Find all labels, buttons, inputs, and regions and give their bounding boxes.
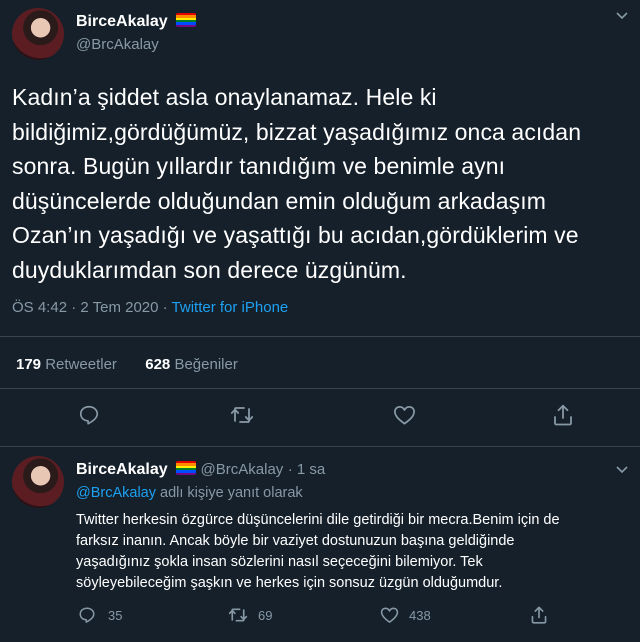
author-name-row[interactable]: BirceAkalay bbox=[76, 13, 197, 31]
tweet-source-link[interactable]: Twitter for iPhone bbox=[172, 299, 289, 316]
share-icon[interactable] bbox=[552, 403, 574, 427]
tweet-text-line: sonra. Bugün yıllardır tanıdığım ve beni… bbox=[12, 153, 506, 179]
replying-to-link[interactable]: @BrcAkalay bbox=[76, 485, 156, 501]
reply-action-retweet[interactable]: 69 bbox=[228, 606, 272, 624]
tweet-text-line: duyduklarımdan son derece üzgünüm. bbox=[12, 256, 407, 283]
likes-stat[interactable]: 628 Beğeniler bbox=[145, 356, 238, 373]
divider bbox=[0, 336, 640, 337]
reply-header: BirceAkalay @BrcAkalay · 1 sa bbox=[76, 461, 325, 479]
display-name[interactable]: BirceAkalay bbox=[76, 13, 168, 30]
like-icon[interactable] bbox=[393, 404, 416, 426]
tweet-text-line: Kadın’a şiddet asla onaylanamaz. Hele ki bbox=[12, 84, 437, 110]
retweets-count: 179 bbox=[16, 356, 42, 373]
reply-action-reply[interactable]: 35 bbox=[78, 606, 122, 624]
tweet-meta: ÖS 4:42 · 2 Tem 2020 · Twitter for iPhon… bbox=[12, 299, 288, 316]
avatar[interactable] bbox=[12, 8, 64, 60]
reply-text-line: yaşadığınız şokla insan sözlerini nasıl … bbox=[76, 554, 483, 570]
reply-action-like[interactable]: 438 bbox=[380, 606, 431, 624]
replying-to: @BrcAkalay adlı kişiye yanıt olarak bbox=[76, 485, 303, 501]
retweet-icon[interactable] bbox=[228, 606, 248, 624]
share-icon[interactable] bbox=[530, 605, 548, 625]
like-icon[interactable] bbox=[380, 606, 399, 624]
tweet-timestamp[interactable]: ÖS 4:42 · 2 Tem 2020 · bbox=[12, 299, 172, 316]
chevron-down-icon[interactable] bbox=[616, 466, 628, 474]
handle[interactable]: @BrcAkalay bbox=[76, 36, 159, 53]
divider bbox=[0, 446, 640, 447]
handle[interactable]: @BrcAkalay bbox=[201, 461, 284, 478]
tweet-text: Kadın’a şiddet asla onaylanamaz. Hele ki… bbox=[12, 80, 636, 287]
reply-count: 35 bbox=[108, 607, 123, 623]
retweets-stat[interactable]: 179 Retweetler bbox=[16, 356, 117, 373]
retweets-label: Retweetler bbox=[45, 356, 117, 373]
avatar[interactable] bbox=[12, 456, 64, 508]
reply-icon[interactable] bbox=[78, 606, 96, 624]
likes-label: Beğeniler bbox=[174, 356, 238, 373]
rainbow-flag-icon bbox=[176, 461, 197, 475]
reply-icon[interactable] bbox=[78, 404, 100, 426]
reply-timestamp[interactable]: · 1 sa bbox=[288, 461, 326, 478]
reply-text-line: söyleyebileceğim şaşkın ve herkes için s… bbox=[76, 575, 503, 591]
reply-text: Twitter herkesin özgürce düşüncelerini d… bbox=[76, 510, 636, 594]
likes-count: 628 bbox=[145, 356, 171, 373]
tweet-text-line: bildiğimiz,gördüğümüz, bizzat yaşadığımı… bbox=[12, 118, 582, 145]
tweet-text-line: Ozan’ın yaşadığı ve yaşattığı bu acıdan,… bbox=[12, 222, 579, 248]
divider bbox=[0, 388, 640, 389]
display-name[interactable]: BirceAkalay bbox=[76, 461, 168, 478]
retweet-count: 69 bbox=[258, 607, 273, 623]
like-count: 438 bbox=[409, 607, 431, 623]
rainbow-flag-icon bbox=[176, 13, 197, 27]
reply-text-line: farksız inanın. Ancak böyle bir vaziyet … bbox=[76, 533, 515, 549]
reply-text-line: Twitter herkesin özgürce düşüncelerini d… bbox=[76, 512, 560, 528]
tweet-stats: 179 Retweetler 628 Beğeniler bbox=[16, 356, 238, 373]
chevron-down-icon[interactable] bbox=[616, 12, 628, 20]
replying-to-label: adlı kişiye yanıt olarak bbox=[156, 485, 303, 501]
retweet-icon[interactable] bbox=[230, 404, 254, 426]
tweet-text-line: düşüncelerde olduğundan emin olduğum ark… bbox=[12, 187, 546, 214]
